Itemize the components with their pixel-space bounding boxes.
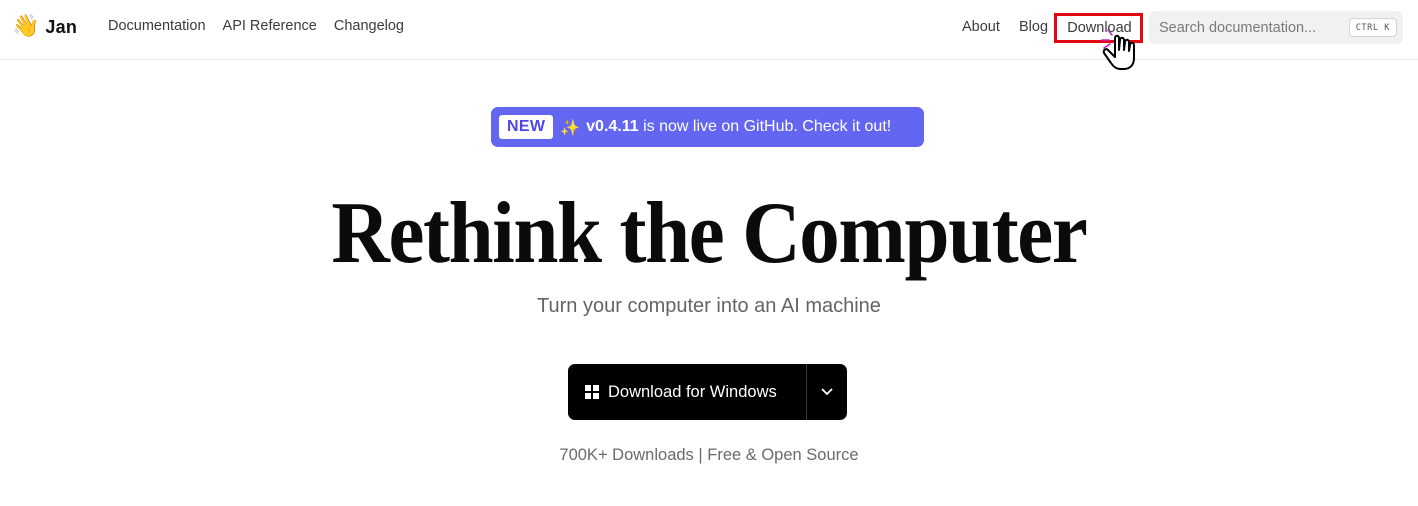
hero-subtitle: Turn your computer into an AI machine [537, 295, 881, 317]
nav-link-about[interactable]: About [962, 19, 1000, 35]
hero-title: Rethink the Computer [331, 185, 1087, 282]
release-version: v0.4.11 [586, 118, 639, 135]
download-stats: 700K+ Downloads | Free & Open Source [559, 446, 859, 464]
download-button-group: Download for Windows [568, 364, 847, 420]
home-logo-link[interactable]: 👋 Jan [12, 12, 77, 42]
download-button-label: Download for Windows [608, 382, 777, 401]
top-navbar: 👋 Jan Documentation API Reference Change… [0, 0, 1418, 60]
new-badge: NEW [499, 115, 554, 139]
search-placeholder: Search documentation... [1159, 19, 1317, 36]
search-input[interactable]: Search documentation... CTRL K [1149, 11, 1403, 44]
download-options-dropdown[interactable] [807, 364, 847, 420]
brand-name: Jan [45, 16, 78, 37]
nav-link-changelog[interactable]: Changelog [334, 18, 404, 34]
release-announcement-link[interactable]: NEW ✨ v0.4.11 is now live on GitHub. Che… [491, 107, 924, 147]
keyboard-shortcut-hint: CTRL K [1348, 18, 1397, 37]
download-for-windows-button[interactable]: Download for Windows [568, 364, 806, 420]
nav-link-api-reference[interactable]: API Reference [223, 18, 317, 34]
nav-link-blog[interactable]: Blog [1019, 19, 1048, 35]
windows-logo-icon [585, 385, 599, 399]
announcement-text: v0.4.11 is now live on GitHub. Check it … [586, 118, 891, 136]
nav-link-documentation[interactable]: Documentation [108, 18, 206, 34]
sparkle-icon: ✨ [560, 117, 581, 137]
primary-nav: Documentation API Reference Changelog [108, 18, 404, 34]
nav-link-download[interactable]: Download [1054, 13, 1143, 43]
chevron-down-icon [821, 388, 833, 395]
nav-download-label: Download [1067, 20, 1132, 36]
waving-hand-icon: 👋 [12, 14, 40, 39]
announcement-message: is now live on GitHub. Check it out! [638, 118, 892, 135]
